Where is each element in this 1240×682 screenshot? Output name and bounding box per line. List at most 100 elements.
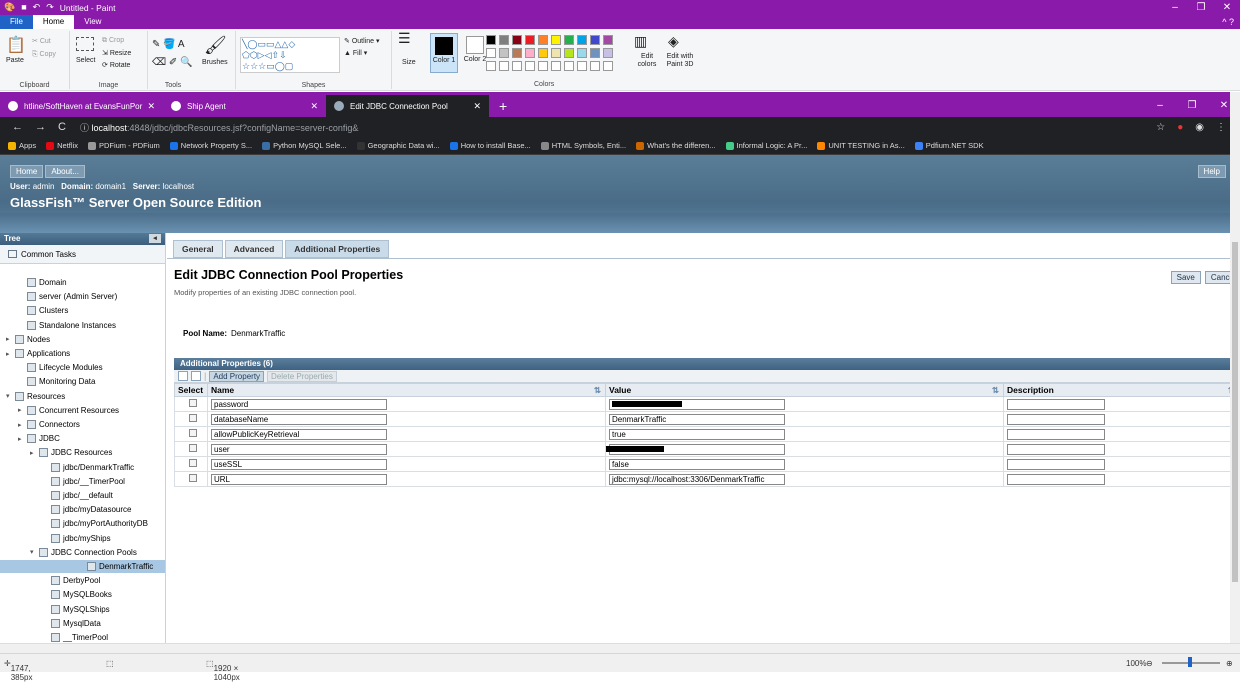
property-name-input[interactable]: useSSL [211,458,387,470]
tree-node[interactable]: jdbc/myPortAuthorityDB [42,517,148,530]
bookmark-item[interactable]: Network Property S... [169,141,252,150]
property-name-input[interactable]: allowPublicKeyRetrieval [211,428,387,440]
paint3d-icon[interactable]: ◈ [668,33,679,50]
tree-node[interactable]: ▸ Connectors [18,418,80,431]
property-value-input[interactable]: true [609,428,785,440]
tree-node[interactable]: MysqlData [42,617,101,630]
size-button[interactable]: Size [402,59,416,66]
property-description-input[interactable] [1007,398,1105,410]
bookmark-item[interactable]: Netflix [46,141,78,150]
custom-color-slot[interactable] [499,61,509,71]
menu-icon[interactable]: ⋮ [1216,122,1226,133]
tree-node[interactable]: jdbc/myShips [42,532,111,545]
select-all-icon[interactable] [178,371,188,381]
edit-colors-icon[interactable]: ▥ [634,33,647,50]
bookmark-item[interactable]: PDFium - PDFium [87,141,160,150]
tree-node[interactable]: ▾ JDBC Connection Pools [30,546,137,559]
palette-swatch[interactable] [590,35,600,45]
expand-arrow-icon[interactable]: ▸ [18,406,24,414]
size-icon[interactable]: ☰ [398,31,411,45]
maximize-button[interactable]: ❐ [1188,2,1214,13]
bookmark-item[interactable]: Pdfium.NET SDK [914,141,984,150]
property-value-input[interactable] [609,398,785,410]
property-value-input[interactable]: DenmarkTraffic [609,413,785,425]
bookmark-item[interactable]: UNIT TESTING in As... [817,141,905,150]
palette-swatch[interactable] [486,48,496,58]
bookmark-item[interactable]: What's the differen... [636,141,716,150]
bookmark-item[interactable]: Python MySQL Sele... [262,141,347,150]
bookmark-item[interactable]: HTML Symbols, Enti... [540,141,626,150]
paint3d-button[interactable]: Edit with Paint 3D [664,53,696,69]
tree-node[interactable]: jdbc/__TimerPool [42,475,125,488]
tree-node[interactable]: Monitoring Data [18,375,95,388]
save-button[interactable]: Save [1170,271,1201,284]
row-checkbox[interactable] [188,459,197,467]
tree-node[interactable]: ▸ JDBC [18,432,60,445]
close-tab-icon[interactable]: ✕ [310,101,318,112]
custom-color-slot[interactable] [525,61,535,71]
tree-node[interactable]: Lifecycle Modules [18,361,103,374]
row-checkbox[interactable] [188,474,197,482]
bookmark-item[interactable]: Geographic Data wi... [356,141,440,150]
expand-arrow-icon[interactable]: ▾ [6,392,12,400]
zoom-in-icon[interactable]: ⊕ [1226,659,1233,668]
help-button[interactable]: Help [1197,165,1226,178]
select-icon[interactable] [76,37,94,51]
tree-node[interactable]: DerbyPool [42,574,100,587]
home-button[interactable]: Home [10,165,44,178]
tab-general[interactable]: General [173,240,223,258]
palette-swatch[interactable] [538,48,548,58]
paste-button[interactable]: Paste [6,57,24,64]
tree-node[interactable]: MySQLBooks [42,588,112,601]
palette-swatch[interactable] [551,48,561,58]
palette-swatch[interactable] [590,48,600,58]
add-property-button[interactable]: Add Property [209,370,265,382]
palette-swatch[interactable] [538,35,548,45]
property-description-input[interactable] [1007,473,1105,485]
custom-color-slot[interactable] [564,61,574,71]
row-checkbox[interactable] [188,414,197,422]
property-name-input[interactable]: user [211,443,387,455]
resize-button[interactable]: ⇲ Resize [102,49,131,57]
palette-swatch[interactable] [577,35,587,45]
palette-swatch[interactable] [564,35,574,45]
palette-swatch[interactable] [603,35,613,45]
undo-icon[interactable]: ↶ [33,2,41,13]
close-button[interactable]: ✕ [1214,2,1240,13]
browser-tab[interactable]: Ship Agent ✕ [163,95,326,117]
property-name-input[interactable]: password [211,398,387,410]
crop-button[interactable]: ⧉ Crop [102,37,124,45]
tree-node[interactable]: ▾ Resources [6,390,65,403]
zoom-slider-thumb[interactable] [1188,657,1192,667]
minimize-button[interactable]: – [1162,2,1188,13]
sort-icon[interactable]: ⇅ [594,385,601,396]
property-description-input[interactable] [1007,428,1105,440]
browser-tab[interactable]: htline/SoftHaven at EvansFunPor ✕ [0,95,163,117]
expand-arrow-icon[interactable]: ▸ [18,435,24,443]
palette-swatch[interactable] [564,48,574,58]
property-description-input[interactable] [1007,458,1105,470]
cut-button[interactable]: ✂ Cut [32,37,51,45]
fill-button[interactable]: ▲ Fill ▾ [344,49,367,57]
col-name[interactable]: Name ⇅ [207,383,606,397]
expand-arrow-icon[interactable]: ▸ [6,335,12,343]
close-tab-icon[interactable]: ✕ [473,101,481,112]
color2-button[interactable]: Color 2 [462,33,488,73]
tree-node[interactable]: ▸ Applications [6,347,70,360]
rotate-button[interactable]: ⟳ Rotate [102,61,130,69]
palette-swatch[interactable] [486,35,496,45]
palette-swatch[interactable] [525,35,535,45]
expand-arrow-icon[interactable]: ▸ [6,350,12,358]
browser-maximize-button[interactable]: ❐ [1176,100,1208,111]
tree-node[interactable]: Domain [18,276,67,289]
palette-swatch[interactable] [512,48,522,58]
tree-node[interactable]: jdbc/myDatasource [42,503,131,516]
common-tasks-link[interactable]: Common Tasks [0,245,165,264]
close-tab-icon[interactable]: ✕ [147,101,155,112]
tree-node[interactable]: jdbc/DenmarkTraffic [42,461,134,474]
property-name-input[interactable]: URL [211,473,387,485]
palette-swatch[interactable] [551,35,561,45]
forward-icon[interactable]: → [35,121,46,133]
save-icon[interactable]: ■ [21,2,26,13]
expand-arrow-icon[interactable]: ▸ [30,449,36,457]
